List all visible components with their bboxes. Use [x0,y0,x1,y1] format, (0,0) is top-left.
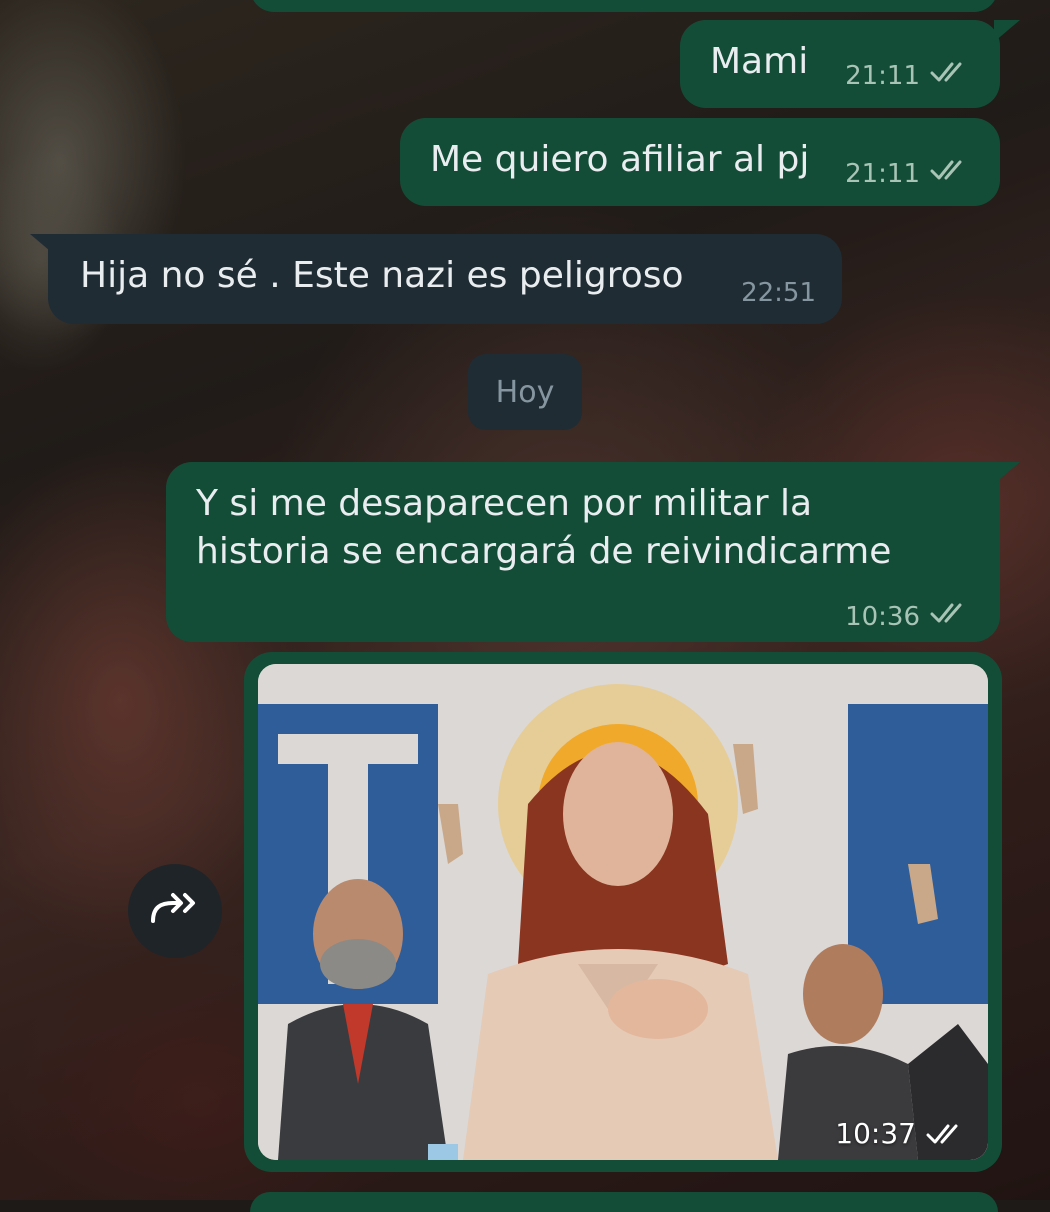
message-bubble-incoming[interactable]: Hija no sé . Este nazi es peligroso 22:5… [30,234,842,324]
forward-icon [147,889,203,933]
message-text: Hija no sé . Este nazi es peligroso [80,255,684,296]
message-meta: 10:36 [845,601,974,632]
double-check-icon [930,60,974,91]
message-time: 21:11 [845,158,920,189]
double-check-icon [930,601,974,632]
message-meta: 22:51 [741,278,816,308]
forward-button[interactable] [128,864,222,958]
image-message-bubble[interactable]: 10:37 [244,652,1002,1172]
message-time: 22:51 [741,278,816,308]
message-text: Mami [710,41,809,82]
message-bubble-outgoing[interactable]: Me quiero afiliar al pj 21:11 [400,118,1000,206]
double-check-icon [930,158,974,189]
message-time: 21:11 [845,60,920,91]
message-text: Me quiero afiliar al pj [430,139,810,180]
date-separator: Hoy [468,354,582,430]
message-meta: 21:11 [845,60,974,91]
message-bubble-outgoing[interactable]: Mami 21:11 [680,20,1020,108]
message-time: 10:36 [845,601,920,632]
double-check-icon [926,1122,970,1146]
message-meta: 10:37 [835,1117,970,1150]
previous-message-bubble[interactable] [250,0,998,12]
message-meta: 21:11 [845,158,974,189]
message-photo[interactable]: 10:37 [258,664,988,1160]
message-text: Y si me desaparecen por militar la histo… [196,483,892,572]
message-bubble-outgoing[interactable]: Y si me desaparecen por militar la histo… [166,462,1020,642]
next-message-bubble[interactable] [250,1192,998,1212]
message-time: 10:37 [835,1117,916,1150]
date-separator-label: Hoy [495,374,555,410]
